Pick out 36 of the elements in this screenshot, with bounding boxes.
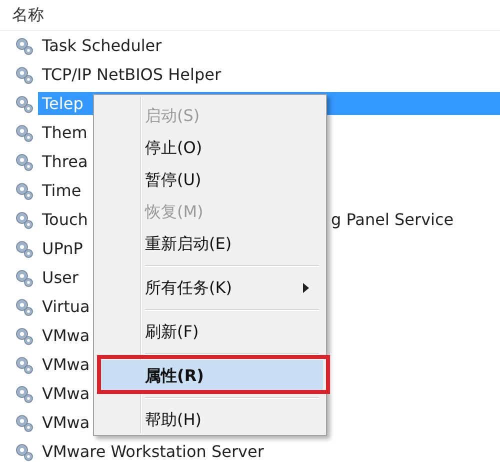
menu-item[interactable]: 重新启动(E) — [97, 228, 323, 260]
service-name[interactable]: VMware Workstation Server — [40, 440, 266, 462]
service-name: g Panel Service — [331, 210, 454, 229]
service-name[interactable]: TCP/IP NetBIOS Helper — [40, 63, 224, 86]
gear-icon — [14, 122, 34, 142]
menu-item[interactable]: 暂停(U) — [97, 164, 323, 196]
service-name[interactable]: Threa — [40, 150, 90, 173]
gear-icon — [14, 64, 34, 84]
gear-icon — [14, 354, 34, 374]
gear-icon — [14, 238, 34, 258]
gear-icon — [14, 152, 34, 172]
menu-item[interactable]: 帮助(H) — [97, 404, 323, 436]
service-name[interactable]: VMwa — [40, 353, 92, 376]
gear-icon — [14, 180, 34, 200]
gear-icon — [14, 412, 34, 432]
gear-icon — [14, 268, 34, 288]
service-name[interactable]: VMwa — [40, 382, 92, 405]
menu-item[interactable]: 刷新(F) — [97, 316, 323, 348]
gear-icon — [14, 36, 34, 56]
service-name[interactable]: UPnP — [40, 237, 85, 260]
gear-icon — [14, 326, 34, 346]
gear-icon — [14, 210, 34, 230]
gear-icon — [14, 384, 34, 404]
menu-item[interactable]: 所有任务(K) — [97, 272, 323, 304]
service-name[interactable]: VMwa — [40, 411, 92, 434]
service-name[interactable]: Time — [40, 179, 84, 202]
service-name[interactable]: Touch — [40, 208, 90, 231]
gear-icon — [14, 296, 34, 316]
gear-icon — [14, 94, 34, 114]
service-name[interactable]: Task Scheduler — [40, 34, 164, 57]
column-header[interactable]: 名称 — [12, 4, 44, 26]
service-name[interactable]: VMwa — [40, 324, 92, 347]
service-name[interactable]: Them — [40, 121, 90, 144]
service-name[interactable]: Virtua — [40, 295, 92, 318]
service-name[interactable]: User — [40, 266, 80, 289]
menu-item[interactable]: 停止(O) — [97, 132, 323, 164]
